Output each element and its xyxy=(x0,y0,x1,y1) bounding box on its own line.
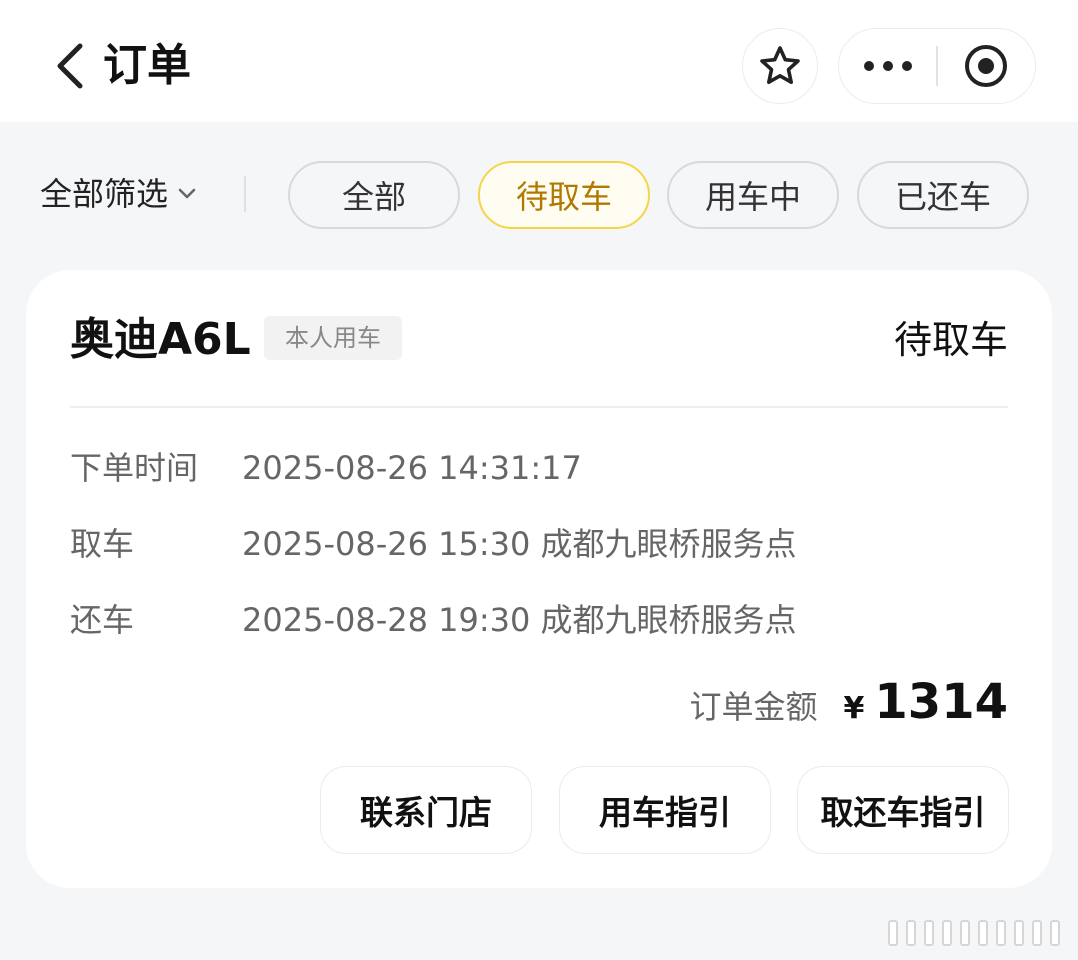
chevron-down-icon xyxy=(178,188,196,199)
watermark-bars xyxy=(888,920,1060,946)
mini-program-capsule xyxy=(838,28,1036,104)
return-label: 还车 xyxy=(70,601,135,639)
tab-returned[interactable]: 已还车 xyxy=(857,161,1029,229)
usage-tag: 本人用车 xyxy=(264,316,402,360)
amount-label: 订单金额 xyxy=(689,688,818,726)
orders-page: 订单 全部筛选 全部 待取车 用车中 已还车 奥迪A6L 本人用车 待取车 下单… xyxy=(0,0,1078,960)
usage-guide-button[interactable]: 用车指引 xyxy=(559,766,771,854)
order-amount: 订单金额 ¥ 1314 xyxy=(690,674,1008,738)
back-button[interactable] xyxy=(44,38,94,94)
filter-divider xyxy=(244,176,246,212)
star-icon xyxy=(760,46,800,85)
order-status: 待取车 xyxy=(893,318,1008,362)
all-filter-dropdown[interactable]: 全部筛选 xyxy=(40,170,196,218)
record-circle-icon xyxy=(965,45,1008,87)
more-dots-icon xyxy=(863,61,912,71)
pickup-label: 取车 xyxy=(70,525,135,563)
order-card[interactable]: 奥迪A6L 本人用车 待取车 下单时间 2025-08-26 14:31:17 … xyxy=(26,270,1052,888)
more-button[interactable] xyxy=(839,28,936,104)
favorite-button[interactable] xyxy=(742,28,818,104)
car-name: 奥迪A6L xyxy=(70,314,251,365)
currency-symbol: ¥ xyxy=(843,691,865,726)
close-mini-program-button[interactable] xyxy=(938,28,1035,104)
pickup-value: 2025-08-26 15:30 成都九眼桥服务点 xyxy=(242,525,797,563)
order-time-label: 下单时间 xyxy=(70,449,199,487)
tab-pending-pickup[interactable]: 待取车 xyxy=(478,161,650,229)
contact-store-button[interactable]: 联系门店 xyxy=(320,766,532,854)
return-value: 2025-08-28 19:30 成都九眼桥服务点 xyxy=(242,601,797,639)
chevron-left-icon xyxy=(57,43,83,89)
card-divider xyxy=(70,406,1008,408)
all-filter-label: 全部筛选 xyxy=(40,175,169,213)
header-bar: 订单 xyxy=(0,0,1078,122)
tab-in-use[interactable]: 用车中 xyxy=(667,161,839,229)
amount-value: 1314 xyxy=(874,674,1008,730)
order-time-value: 2025-08-26 14:31:17 xyxy=(242,449,582,487)
tab-all[interactable]: 全部 xyxy=(288,161,460,229)
pickup-return-guide-button[interactable]: 取还车指引 xyxy=(797,766,1009,854)
page-title: 订单 xyxy=(103,40,191,91)
